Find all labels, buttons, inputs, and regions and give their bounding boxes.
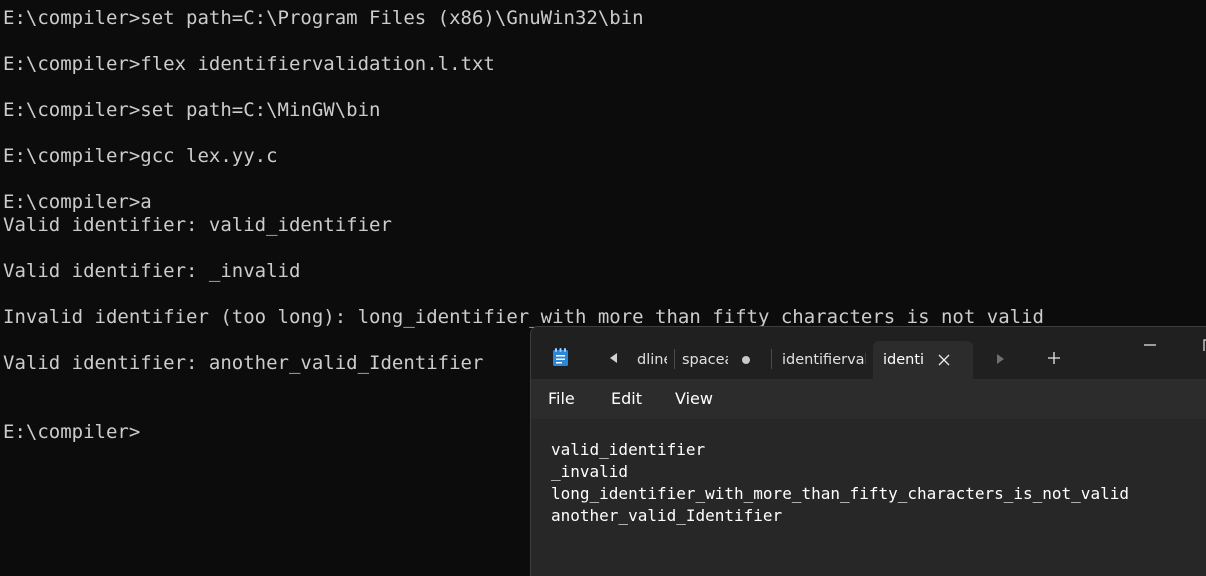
tab-scroll-right-icon[interactable]: [994, 353, 1006, 365]
notepad-window[interactable]: dline spacea identifiervali identi: [530, 326, 1206, 576]
menu-edit[interactable]: Edit: [611, 379, 642, 419]
console-line: E:\compiler>a: [3, 191, 152, 213]
console-line: Valid identifier: another_valid_Identifi…: [3, 352, 484, 374]
editor-line: another_valid_Identifier: [551, 506, 783, 525]
console-line: E:\compiler>flex identifiervalidation.l.…: [3, 53, 495, 75]
unsaved-dot-icon: [742, 356, 750, 364]
desktop: E:\compiler>set path=C:\Program Files (x…: [0, 0, 1206, 576]
minimize-icon[interactable]: [1143, 343, 1157, 347]
menu-view[interactable]: View: [675, 379, 713, 419]
editor-line: valid_identifier: [551, 440, 706, 459]
console-line: E:\compiler>set path=C:\MinGW\bin: [3, 99, 381, 121]
tab-active-identi[interactable]: identi: [873, 341, 973, 379]
text-editor[interactable]: valid_identifier _invalid long_identifie…: [531, 419, 1206, 576]
editor-line: _invalid: [551, 462, 629, 481]
menu-bar: File Edit View: [531, 379, 1206, 419]
console-line: E:\compiler>gcc lex.yy.c: [3, 145, 278, 167]
tab-separator: [771, 349, 772, 369]
tab-label: identi: [883, 352, 925, 368]
tab-identifiervali[interactable]: identifiervali: [782, 341, 866, 379]
tab-scroll-left-icon[interactable]: [607, 351, 621, 365]
console-line: E:\compiler>set path=C:\Program Files (x…: [3, 7, 644, 29]
menu-file[interactable]: File: [548, 379, 575, 419]
console-prompt[interactable]: E:\compiler>: [3, 421, 140, 444]
notepad-icon: [553, 348, 568, 366]
editor-line: long_identifier_with_more_than_fifty_cha…: [551, 484, 1129, 503]
title-bar[interactable]: dline spacea identifiervali identi: [531, 327, 1206, 379]
tab-separator: [674, 349, 675, 369]
tab-spacea[interactable]: spacea: [682, 341, 728, 379]
close-icon[interactable]: [938, 354, 950, 366]
plus-icon[interactable]: [1047, 351, 1061, 365]
console-line: Valid identifier: _invalid: [3, 260, 301, 282]
tab-dline[interactable]: dline: [637, 341, 667, 379]
console-line: Valid identifier: valid_identifier: [3, 214, 392, 236]
